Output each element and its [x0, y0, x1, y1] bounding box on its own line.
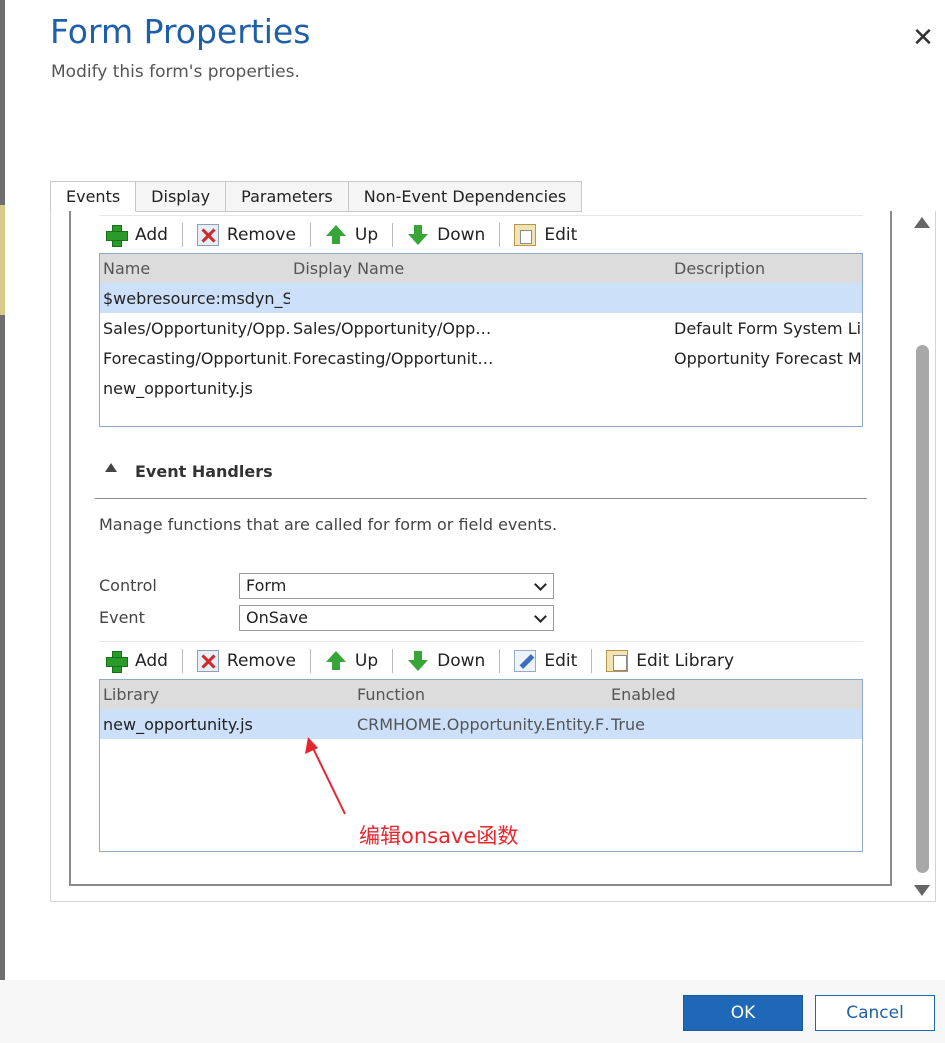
- control-select[interactable]: Form: [239, 573, 554, 599]
- column-header-display-name[interactable]: Display Name: [290, 259, 671, 278]
- edit-library-from-handler-button[interactable]: Edit Library: [600, 646, 740, 676]
- ok-button[interactable]: OK: [683, 995, 803, 1031]
- edit-library-label: Edit Library: [636, 650, 735, 671]
- toolbar-separator: [181, 648, 183, 673]
- add-icon: [105, 224, 128, 247]
- vertical-scrollbar-thumb[interactable]: [916, 345, 929, 873]
- cell-description: Opportunity Forecast M…: [674, 348, 861, 368]
- remove-icon: [196, 649, 219, 672]
- toolbar-separator: [392, 648, 394, 673]
- event-select-value: OnSave: [246, 608, 309, 627]
- pencil-icon: [514, 649, 537, 672]
- remove-handler-button[interactable]: Remove: [191, 646, 302, 676]
- move-down-library-button[interactable]: Down: [401, 220, 491, 250]
- cancel-button[interactable]: Cancel: [815, 995, 935, 1031]
- move-up-handler-button[interactable]: Up: [319, 646, 384, 676]
- edit-handler-button[interactable]: Edit: [508, 646, 583, 676]
- table-row[interactable]: new_opportunity.js CRMHOME.Opportunity.E…: [100, 709, 862, 739]
- event-handlers-description: Manage functions that are called for for…: [99, 515, 558, 534]
- remove-label: Remove: [226, 224, 296, 245]
- close-icon[interactable]: ✕: [909, 24, 937, 52]
- tab-parameters[interactable]: Parameters: [226, 181, 349, 212]
- grid-header: Library Function Enabled: [100, 680, 862, 709]
- control-select-value: Form: [246, 576, 287, 595]
- up-arrow-icon: [325, 224, 347, 246]
- add-library-button[interactable]: Add: [99, 220, 174, 250]
- add-icon: [105, 650, 128, 673]
- column-header-enabled[interactable]: Enabled: [608, 685, 862, 704]
- scroll-up-arrow-icon[interactable]: [914, 217, 930, 228]
- column-header-function[interactable]: Function: [354, 685, 608, 704]
- move-down-handler-button[interactable]: Down: [401, 646, 491, 676]
- toolbar-separator: [392, 222, 394, 247]
- background-window-highlight: [0, 205, 5, 315]
- toolbar-separator: [499, 648, 501, 673]
- table-row[interactable]: Sales/Opportunity/Opp… Sales/Opportunity…: [100, 313, 862, 343]
- toolbar-separator: [309, 648, 311, 673]
- cell-name: $webresource:msdyn_S…: [103, 288, 290, 308]
- cell-enabled: True: [611, 714, 645, 734]
- table-row[interactable]: new_opportunity.js: [100, 373, 862, 403]
- grid-header: Name Display Name Description: [100, 254, 862, 283]
- form-libraries-grid: Name Display Name Description $webresour…: [99, 253, 863, 427]
- down-label: Down: [437, 224, 486, 245]
- remove-library-button[interactable]: Remove: [191, 220, 302, 250]
- chevron-down-icon: [534, 610, 547, 623]
- toolbar-separator: [499, 222, 501, 247]
- cell-name: Forecasting/Opportunit…: [103, 348, 290, 368]
- handlers-toolbar: Add Remove Up Down Edit Edit Library: [99, 641, 863, 679]
- add-label: Add: [135, 224, 168, 245]
- cell-display-name: Sales/Opportunity/Opp…: [293, 318, 492, 338]
- column-header-library[interactable]: Library: [100, 685, 354, 704]
- move-up-library-button[interactable]: Up: [319, 220, 384, 250]
- cell-name: Sales/Opportunity/Opp…: [103, 318, 290, 338]
- cell-name: new_opportunity.js: [103, 378, 253, 398]
- library-icon: [606, 649, 629, 672]
- add-label: Add: [135, 650, 168, 671]
- down-label: Down: [437, 650, 486, 671]
- annotation-text: 编辑onsave函数: [359, 824, 519, 848]
- edit-library-button[interactable]: Edit: [508, 220, 583, 250]
- down-arrow-icon: [407, 650, 429, 672]
- background-window-edge: [0, 0, 5, 1043]
- dialog-title: Form Properties: [50, 12, 311, 51]
- libraries-toolbar: Add Remove Up Down Edit: [99, 215, 863, 253]
- column-header-name[interactable]: Name: [100, 259, 290, 278]
- tab-strip: Events Display Parameters Non-Event Depe…: [50, 181, 583, 212]
- up-label: Up: [354, 650, 379, 671]
- remove-icon: [196, 223, 219, 246]
- annotation-arrow-icon: [305, 737, 346, 815]
- down-arrow-icon: [407, 224, 429, 246]
- cell-description: Default Form System Li…: [674, 318, 861, 338]
- edit-label: Edit: [544, 650, 578, 671]
- cell-display-name: Forecasting/Opportunit…: [293, 348, 494, 368]
- up-label: Up: [354, 224, 379, 245]
- tab-non-event-dependencies[interactable]: Non-Event Dependencies: [348, 181, 583, 212]
- up-arrow-icon: [325, 650, 347, 672]
- tab-events[interactable]: Events: [50, 181, 137, 212]
- section-title-event-handlers: Event Handlers: [135, 462, 273, 481]
- collapse-triangle-icon[interactable]: [105, 463, 117, 472]
- dialog-footer: [0, 980, 945, 1043]
- add-handler-button[interactable]: Add: [99, 646, 174, 676]
- table-row[interactable]: Forecasting/Opportunit… Forecasting/Oppo…: [100, 343, 862, 373]
- toolbar-separator: [591, 648, 593, 673]
- control-label: Control: [99, 576, 157, 595]
- table-row[interactable]: $webresource:msdyn_S…: [100, 283, 862, 313]
- column-header-description[interactable]: Description: [671, 259, 861, 278]
- event-select[interactable]: OnSave: [239, 605, 554, 631]
- dialog-subtitle: Modify this form's properties.: [51, 62, 300, 82]
- remove-label: Remove: [226, 650, 296, 671]
- toolbar-separator: [181, 222, 183, 247]
- event-label: Event: [99, 608, 145, 627]
- section-divider: [95, 498, 867, 499]
- tab-display[interactable]: Display: [136, 181, 227, 212]
- edit-label: Edit: [544, 224, 578, 245]
- scroll-down-arrow-icon[interactable]: [914, 885, 930, 896]
- cell-function: CRMHOME.Opportunity.Entity.F…: [357, 714, 608, 734]
- properties-icon: [514, 223, 537, 246]
- toolbar-separator: [309, 222, 311, 247]
- chevron-down-icon: [534, 578, 547, 591]
